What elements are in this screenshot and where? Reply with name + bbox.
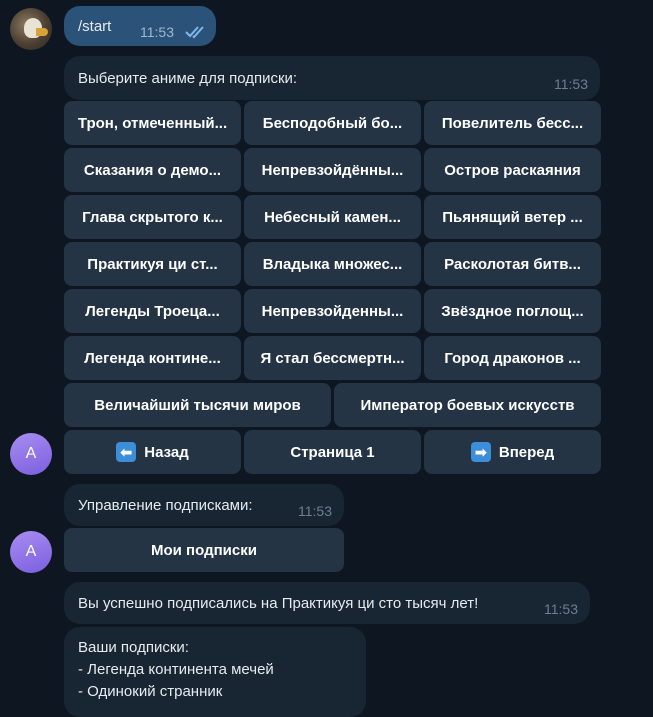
- anime-button-label: Непревзойденны...: [261, 302, 404, 320]
- success-message-text: Вы успешно подписались на Практикуя ци с…: [78, 595, 479, 612]
- anime-button-label: Непревзойдённы...: [261, 161, 404, 179]
- subscriptions-menu-text: Управление подписками:: [78, 497, 253, 514]
- anime-button[interactable]: Расколотая битв...: [424, 242, 601, 286]
- anime-button[interactable]: Легенда контине...: [64, 336, 241, 380]
- bot-avatar[interactable]: A: [10, 531, 52, 573]
- anime-button-label: Расколотая битв...: [444, 255, 581, 273]
- anime-button-label: Остров раскаяния: [444, 161, 581, 179]
- anime-button-label: Император боевых искусств: [360, 396, 575, 414]
- anime-prompt-text: Выберите аниме для подписки:: [78, 70, 298, 87]
- anime-button[interactable]: Трон, отмеченный...: [64, 101, 241, 145]
- arrow-left-icon: ⬅: [116, 442, 137, 462]
- anime-button[interactable]: Непревзойдённы...: [244, 148, 421, 192]
- anime-button-wide-1[interactable]: Величайший тысячи миров: [64, 383, 331, 427]
- subscription-item: - Легенда континента мечей: [78, 661, 274, 678]
- success-message-bubble: Вы успешно подписались на Практикуя ци с…: [64, 582, 590, 624]
- my-subscriptions-label: Мои подписки: [151, 541, 257, 559]
- subscription-item: - Одинокий странник: [78, 683, 223, 700]
- anime-button[interactable]: Звёздное поглощ...: [424, 289, 601, 333]
- page-indicator-button[interactable]: Страница 1: [244, 430, 421, 474]
- user-message-bubble: /start 11:53: [64, 6, 216, 46]
- anime-button-label: Пьянящий ветер ...: [442, 208, 583, 226]
- anime-button[interactable]: Непревзойденны...: [244, 289, 421, 333]
- anime-button-label: Легенды Троеца...: [85, 302, 220, 320]
- message-time: 11:53: [140, 24, 174, 40]
- anime-button-label: Трон, отмеченный...: [77, 114, 228, 132]
- anime-button-label: Небесный камен...: [264, 208, 401, 226]
- anime-button[interactable]: Практикуя ци ст...: [64, 242, 241, 286]
- anime-button-label: Глава скрытого к...: [82, 208, 223, 226]
- anime-button-label: Звёздное поглощ...: [441, 302, 584, 320]
- anime-prompt-bubble: Выберите аниме для подписки: 11:53: [64, 56, 600, 100]
- bot-avatar[interactable]: A: [10, 433, 52, 475]
- anime-button[interactable]: Повелитель бесс...: [424, 101, 601, 145]
- forward-button[interactable]: ➡ Вперед: [424, 430, 601, 474]
- anime-button-label: Владыка множес...: [262, 255, 403, 273]
- message-time: 11:53: [544, 601, 578, 617]
- subscriptions-menu-bubble: Управление подписками: 11:53: [64, 484, 344, 526]
- arrow-right-icon: ➡: [470, 442, 491, 462]
- anime-button[interactable]: Остров раскаяния: [424, 148, 601, 192]
- anime-button[interactable]: Город драконов ...: [424, 336, 601, 380]
- anime-button[interactable]: Небесный камен...: [244, 195, 421, 239]
- anime-button-label: Бесподобный бо...: [262, 114, 403, 132]
- user-message-text: /start: [78, 18, 112, 35]
- anime-button-label: Величайший тысячи миров: [94, 396, 301, 414]
- anime-button-label: Практикуя ци ст...: [87, 255, 218, 273]
- anime-button-label: Легенда контине...: [84, 349, 221, 367]
- anime-button[interactable]: Владыка множес...: [244, 242, 421, 286]
- anime-button-label: Город драконов ...: [444, 349, 581, 367]
- anime-button[interactable]: Сказания о демо...: [64, 148, 241, 192]
- message-time: 11:53: [554, 76, 588, 92]
- user-avatar[interactable]: [10, 8, 52, 50]
- back-button[interactable]: ⬅ Назад: [64, 430, 241, 474]
- page-label: Страница 1: [290, 443, 375, 461]
- anime-button-wide-2[interactable]: Император боевых искусств: [334, 383, 601, 427]
- anime-button[interactable]: Легенды Троеца...: [64, 289, 241, 333]
- read-checkmarks-icon: [185, 26, 204, 39]
- anime-button-label: Я стал бессмертн...: [260, 349, 405, 367]
- anime-button[interactable]: Глава скрытого к...: [64, 195, 241, 239]
- my-subscriptions-button[interactable]: Мои подписки: [64, 528, 344, 572]
- message-time: 11:53: [298, 503, 332, 519]
- anime-button-label: Сказания о демо...: [83, 161, 222, 179]
- anime-button-label: Повелитель бесс...: [441, 114, 584, 132]
- anime-button[interactable]: Пьянящий ветер ...: [424, 195, 601, 239]
- back-button-label: Назад: [144, 443, 189, 461]
- subscriptions-list-bubble: Ваши подписки: - Легенда континента мече…: [64, 627, 366, 717]
- anime-button[interactable]: Бесподобный бо...: [244, 101, 421, 145]
- anime-button[interactable]: Я стал бессмертн...: [244, 336, 421, 380]
- forward-button-label: Вперед: [498, 443, 555, 461]
- subscriptions-list-title: Ваши подписки:: [78, 639, 189, 656]
